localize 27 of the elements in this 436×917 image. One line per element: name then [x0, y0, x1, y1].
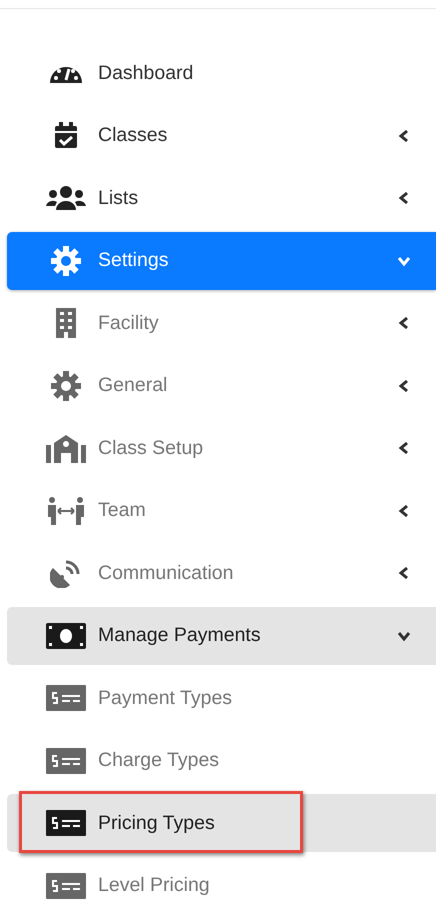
menu-item[interactable]: Manage Payments	[7, 606, 436, 664]
gear-icon	[51, 246, 81, 276]
school-icon	[46, 433, 86, 463]
gear-icon	[51, 370, 81, 400]
menu-item[interactable]: General	[7, 356, 436, 414]
money-bill-icon	[46, 622, 86, 648]
people-arrow-icon	[46, 496, 86, 524]
menu-item[interactable]: Payment Types	[7, 669, 436, 727]
menu-item[interactable]: Charge Types	[7, 732, 436, 790]
calendar-check-icon	[52, 122, 80, 150]
menu-item[interactable]: Communication	[7, 544, 436, 602]
menu-item[interactable]: Class Setup	[7, 419, 436, 477]
money-check-icon	[46, 872, 86, 898]
menu-item[interactable]: Lists	[7, 169, 436, 227]
menu-item[interactable]: Dashboard	[7, 44, 436, 102]
menu-item[interactable]: Level Pricing	[7, 856, 436, 914]
building-icon	[54, 308, 78, 338]
users-icon	[46, 185, 86, 211]
satellite-dish-icon	[50, 558, 82, 588]
menu-item[interactable]: Classes	[7, 106, 436, 164]
money-check-icon	[46, 810, 86, 836]
menu-item[interactable]: Settings	[7, 232, 436, 290]
money-check-icon	[46, 685, 86, 711]
menu-item[interactable]: Team	[7, 482, 436, 540]
money-check-icon	[46, 748, 86, 774]
menu-item[interactable]: Facility	[7, 294, 436, 352]
menu-item[interactable]: Pricing Types	[7, 794, 436, 852]
